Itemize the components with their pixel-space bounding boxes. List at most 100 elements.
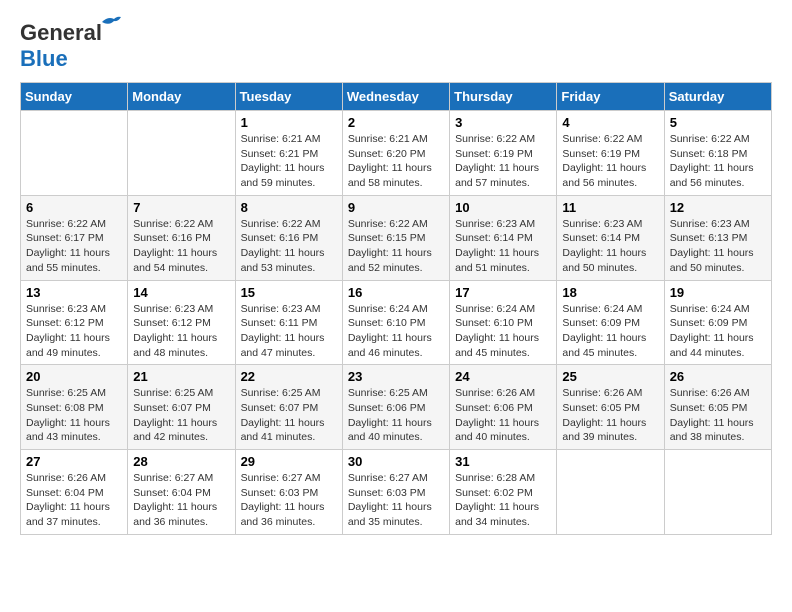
day-info: Sunrise: 6:22 AM Sunset: 6:19 PM Dayligh… — [455, 132, 551, 191]
page-header: General Blue — [20, 20, 772, 72]
day-info: Sunrise: 6:23 AM Sunset: 6:13 PM Dayligh… — [670, 217, 766, 276]
day-info: Sunrise: 6:24 AM Sunset: 6:10 PM Dayligh… — [455, 302, 551, 361]
day-number: 29 — [241, 454, 337, 469]
calendar-cell: 3 Sunrise: 6:22 AM Sunset: 6:19 PM Daylig… — [450, 111, 557, 196]
calendar-cell — [664, 450, 771, 535]
day-info: Sunrise: 6:21 AM Sunset: 6:20 PM Dayligh… — [348, 132, 444, 191]
calendar-cell: 19 Sunrise: 6:24 AM Sunset: 6:09 PM Dayli… — [664, 280, 771, 365]
day-info: Sunrise: 6:23 AM Sunset: 6:12 PM Dayligh… — [133, 302, 229, 361]
day-number: 8 — [241, 200, 337, 215]
calendar-cell: 5 Sunrise: 6:22 AM Sunset: 6:18 PM Daylig… — [664, 111, 771, 196]
day-number: 5 — [670, 115, 766, 130]
day-info: Sunrise: 6:25 AM Sunset: 6:07 PM Dayligh… — [241, 386, 337, 445]
header-day-saturday: Saturday — [664, 83, 771, 111]
day-number: 13 — [26, 285, 122, 300]
calendar-cell: 27 Sunrise: 6:26 AM Sunset: 6:04 PM Dayli… — [21, 450, 128, 535]
day-info: Sunrise: 6:22 AM Sunset: 6:16 PM Dayligh… — [241, 217, 337, 276]
day-info: Sunrise: 6:23 AM Sunset: 6:12 PM Dayligh… — [26, 302, 122, 361]
logo-bird-icon — [100, 14, 122, 30]
day-info: Sunrise: 6:25 AM Sunset: 6:08 PM Dayligh… — [26, 386, 122, 445]
calendar-cell: 4Sunrise: 6:22 AM Sunset: 6:19 PM Daylig… — [557, 111, 664, 196]
day-info: Sunrise: 6:26 AM Sunset: 6:06 PM Dayligh… — [455, 386, 551, 445]
day-info: Sunrise: 6:24 AM Sunset: 6:10 PM Dayligh… — [348, 302, 444, 361]
week-row-4: 20Sunrise: 6:25 AM Sunset: 6:08 PM Dayli… — [21, 365, 772, 450]
calendar-cell: 21Sunrise: 6:25 AM Sunset: 6:07 PM Dayli… — [128, 365, 235, 450]
day-number: 18 — [562, 285, 658, 300]
header-row: SundayMondayTuesdayWednesdayThursdayFrid… — [21, 83, 772, 111]
calendar-cell: 29 Sunrise: 6:27 AM Sunset: 6:03 PM Dayli… — [235, 450, 342, 535]
day-number: 9 — [348, 200, 444, 215]
calendar-cell: 26 Sunrise: 6:26 AM Sunset: 6:05 PM Dayli… — [664, 365, 771, 450]
header-day-sunday: Sunday — [21, 83, 128, 111]
day-number: 22 — [241, 369, 337, 384]
day-info: Sunrise: 6:22 AM Sunset: 6:18 PM Dayligh… — [670, 132, 766, 191]
day-number: 31 — [455, 454, 551, 469]
day-info: Sunrise: 6:21 AM Sunset: 6:21 PM Dayligh… — [241, 132, 337, 191]
day-info: Sunrise: 6:23 AM Sunset: 6:14 PM Dayligh… — [455, 217, 551, 276]
calendar-cell: 14 Sunrise: 6:23 AM Sunset: 6:12 PM Dayli… — [128, 280, 235, 365]
day-number: 19 — [670, 285, 766, 300]
calendar-cell: 7Sunrise: 6:22 AM Sunset: 6:16 PM Daylig… — [128, 195, 235, 280]
day-info: Sunrise: 6:22 AM Sunset: 6:15 PM Dayligh… — [348, 217, 444, 276]
calendar-cell: 15 Sunrise: 6:23 AM Sunset: 6:11 PM Dayli… — [235, 280, 342, 365]
calendar-cell — [128, 111, 235, 196]
day-info: Sunrise: 6:24 AM Sunset: 6:09 PM Dayligh… — [670, 302, 766, 361]
day-info: Sunrise: 6:24 AM Sunset: 6:09 PM Dayligh… — [562, 302, 658, 361]
day-info: Sunrise: 6:28 AM Sunset: 6:02 PM Dayligh… — [455, 471, 551, 530]
day-number: 16 — [348, 285, 444, 300]
day-number: 2 — [348, 115, 444, 130]
calendar-cell: 9 Sunrise: 6:22 AM Sunset: 6:15 PM Daylig… — [342, 195, 449, 280]
calendar-cell — [557, 450, 664, 535]
logo-general-text: General — [20, 20, 102, 45]
day-number: 10 — [455, 200, 551, 215]
day-number: 3 — [455, 115, 551, 130]
calendar-cell: 10 Sunrise: 6:23 AM Sunset: 6:14 PM Dayli… — [450, 195, 557, 280]
day-number: 7 — [133, 200, 229, 215]
day-info: Sunrise: 6:26 AM Sunset: 6:04 PM Dayligh… — [26, 471, 122, 530]
calendar-cell: 17 Sunrise: 6:24 AM Sunset: 6:10 PM Dayli… — [450, 280, 557, 365]
calendar-cell: 20Sunrise: 6:25 AM Sunset: 6:08 PM Dayli… — [21, 365, 128, 450]
week-row-2: 6 Sunrise: 6:22 AM Sunset: 6:17 PM Daylig… — [21, 195, 772, 280]
calendar-cell: 22 Sunrise: 6:25 AM Sunset: 6:07 PM Dayli… — [235, 365, 342, 450]
logo: General Blue — [20, 20, 102, 72]
calendar-cell: 30Sunrise: 6:27 AM Sunset: 6:03 PM Dayli… — [342, 450, 449, 535]
day-info: Sunrise: 6:22 AM Sunset: 6:17 PM Dayligh… — [26, 217, 122, 276]
day-info: Sunrise: 6:23 AM Sunset: 6:11 PM Dayligh… — [241, 302, 337, 361]
calendar-cell: 11Sunrise: 6:23 AM Sunset: 6:14 PM Dayli… — [557, 195, 664, 280]
day-number: 15 — [241, 285, 337, 300]
day-info: Sunrise: 6:25 AM Sunset: 6:07 PM Dayligh… — [133, 386, 229, 445]
calendar-cell: 16 Sunrise: 6:24 AM Sunset: 6:10 PM Dayli… — [342, 280, 449, 365]
calendar-cell — [21, 111, 128, 196]
day-info: Sunrise: 6:26 AM Sunset: 6:05 PM Dayligh… — [670, 386, 766, 445]
week-row-1: 1Sunrise: 6:21 AM Sunset: 6:21 PM Daylig… — [21, 111, 772, 196]
calendar-cell: 23Sunrise: 6:25 AM Sunset: 6:06 PM Dayli… — [342, 365, 449, 450]
day-number: 28 — [133, 454, 229, 469]
day-number: 12 — [670, 200, 766, 215]
day-number: 6 — [26, 200, 122, 215]
day-number: 26 — [670, 369, 766, 384]
header-day-wednesday: Wednesday — [342, 83, 449, 111]
calendar-cell: 2 Sunrise: 6:21 AM Sunset: 6:20 PM Daylig… — [342, 111, 449, 196]
day-number: 17 — [455, 285, 551, 300]
header-day-tuesday: Tuesday — [235, 83, 342, 111]
calendar-cell: 28Sunrise: 6:27 AM Sunset: 6:04 PM Dayli… — [128, 450, 235, 535]
day-number: 30 — [348, 454, 444, 469]
calendar-cell: 8 Sunrise: 6:22 AM Sunset: 6:16 PM Daylig… — [235, 195, 342, 280]
header-day-friday: Friday — [557, 83, 664, 111]
calendar-cell: 12 Sunrise: 6:23 AM Sunset: 6:13 PM Dayli… — [664, 195, 771, 280]
week-row-5: 27 Sunrise: 6:26 AM Sunset: 6:04 PM Dayli… — [21, 450, 772, 535]
calendar-header: SundayMondayTuesdayWednesdayThursdayFrid… — [21, 83, 772, 111]
header-day-monday: Monday — [128, 83, 235, 111]
day-number: 14 — [133, 285, 229, 300]
week-row-3: 13 Sunrise: 6:23 AM Sunset: 6:12 PM Dayli… — [21, 280, 772, 365]
logo-blue-text: Blue — [20, 46, 68, 71]
calendar-cell: 24 Sunrise: 6:26 AM Sunset: 6:06 PM Dayli… — [450, 365, 557, 450]
day-number: 27 — [26, 454, 122, 469]
day-info: Sunrise: 6:27 AM Sunset: 6:03 PM Dayligh… — [241, 471, 337, 530]
day-info: Sunrise: 6:22 AM Sunset: 6:19 PM Dayligh… — [562, 132, 658, 191]
calendar-table: SundayMondayTuesdayWednesdayThursdayFrid… — [20, 82, 772, 535]
day-info: Sunrise: 6:26 AM Sunset: 6:05 PM Dayligh… — [562, 386, 658, 445]
day-number: 24 — [455, 369, 551, 384]
calendar-cell: 1Sunrise: 6:21 AM Sunset: 6:21 PM Daylig… — [235, 111, 342, 196]
header-day-thursday: Thursday — [450, 83, 557, 111]
